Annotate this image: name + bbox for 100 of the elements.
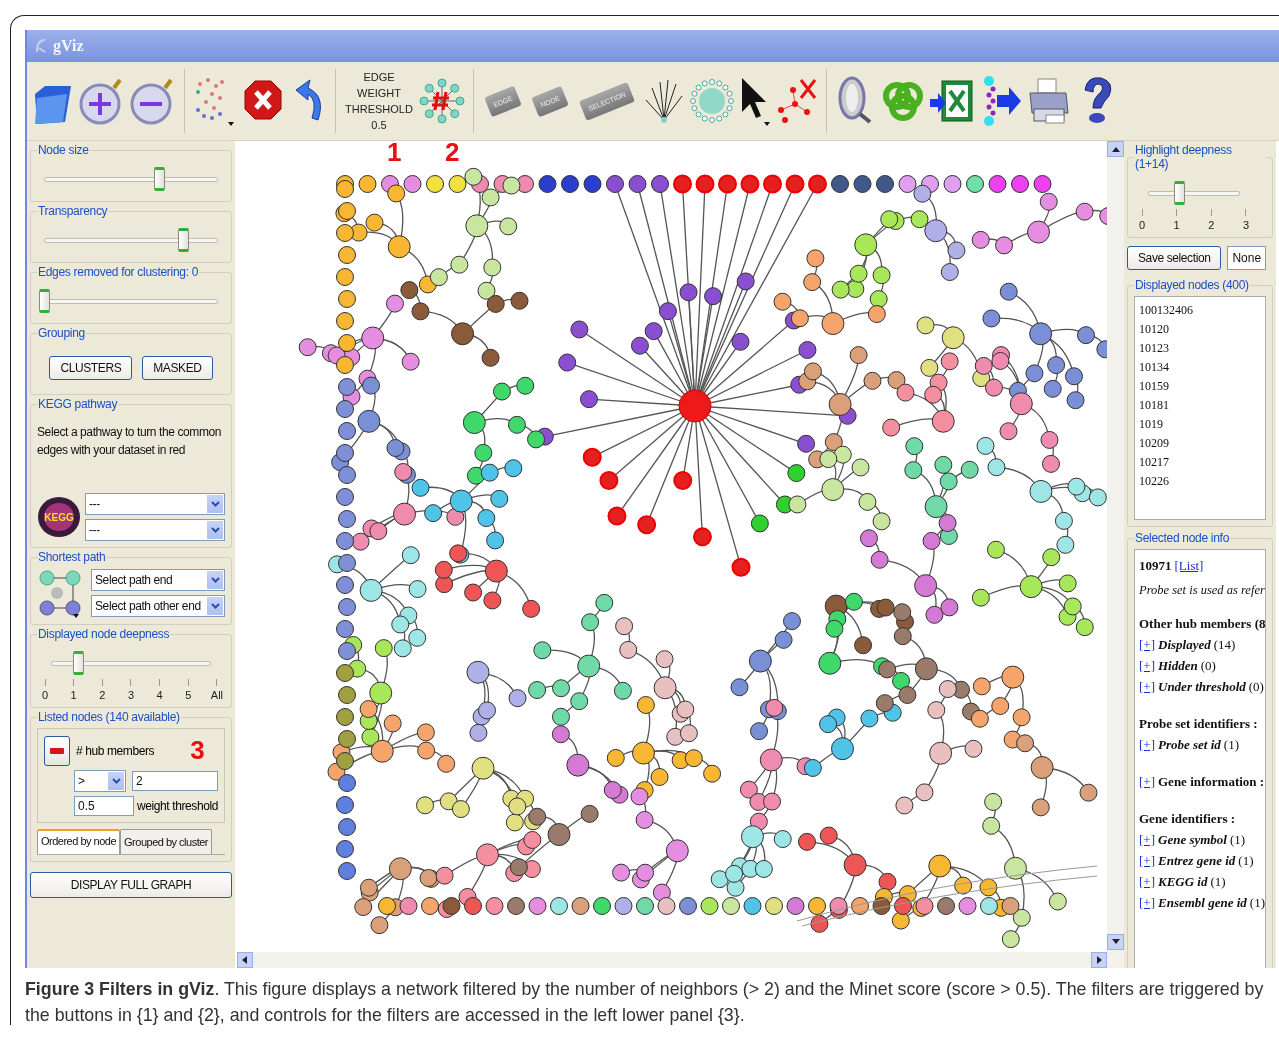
group-title: Shortest path: [37, 550, 107, 564]
field-name: KEGG id: [1158, 874, 1208, 890]
tab[interactable]: Grouped by cluster: [120, 829, 212, 854]
tab[interactable]: Ordered by node: [37, 829, 121, 854]
threshold-field[interactable]: 0.5: [74, 796, 134, 816]
chevron-down-icon: [210, 501, 220, 507]
field-name: Hidden: [1158, 658, 1198, 674]
tick-label: 3: [1242, 219, 1250, 231]
list-link[interactable]: [List]: [1174, 558, 1204, 574]
display-full-graph-button[interactable]: DISPLAY FULL GRAPH: [30, 872, 232, 898]
node-id: 10971: [1139, 558, 1172, 574]
group-title: Displayed nodes (400): [1134, 278, 1250, 292]
list-item[interactable]: 1019: [1139, 417, 1261, 432]
group-title: Displayed node deepness: [37, 627, 171, 641]
tick-label: 5: [185, 689, 192, 701]
chevron-down-icon: [111, 778, 121, 784]
vertical-scrollbar[interactable]: [1107, 141, 1124, 968]
tick-label: 4: [156, 689, 163, 701]
minus-icon: [50, 747, 64, 754]
expand-link[interactable]: [+]: [1139, 658, 1155, 674]
field-count: (1): [1223, 737, 1239, 753]
field-count: (1): [1238, 853, 1254, 869]
callout-number: 3: [190, 735, 205, 766]
field-count: (0): [1248, 679, 1264, 695]
list-item[interactable]: 10123: [1139, 341, 1261, 356]
slider-thumb[interactable]: [39, 289, 50, 313]
filter-label: # hub members: [76, 743, 155, 758]
slider-thumb[interactable]: [153, 167, 165, 191]
tick-label: 1: [1173, 219, 1180, 231]
list-item[interactable]: 10134: [1139, 360, 1261, 375]
group-title: Edges removed for clustering: 0: [37, 265, 200, 279]
group-title: Grouping: [37, 326, 86, 340]
dropdown[interactable]: >: [74, 770, 126, 792]
list-item[interactable]: 10226: [1139, 474, 1261, 489]
tick-label: 2: [1208, 219, 1215, 231]
scroll-up-icon[interactable]: [1111, 146, 1120, 152]
list-item[interactable]: 100132406: [1139, 303, 1261, 318]
group-title: Listed nodes (140 available): [37, 710, 181, 724]
list-item[interactable]: 10217: [1139, 455, 1261, 470]
expand-link[interactable]: [+]: [1139, 874, 1155, 890]
tick-label: 2: [99, 689, 106, 701]
expand-link[interactable]: [+]: [1139, 853, 1155, 869]
field-name: Entrez gene id: [1158, 853, 1236, 869]
slider-thumb[interactable]: [1173, 181, 1185, 205]
list-item[interactable]: 10120: [1139, 322, 1261, 337]
dropdown[interactable]: ---: [85, 519, 225, 541]
expand-link[interactable]: [+]: [1139, 637, 1155, 653]
grouping-button[interactable]: CLUSTERS: [49, 356, 133, 380]
dropdown[interactable]: Select path end: [91, 569, 225, 591]
field-name: Displayed: [1158, 637, 1211, 653]
expand-link[interactable]: [+]: [1139, 737, 1155, 753]
pathway-description: Select a pathway to turn the common edges with your dataset in red: [37, 424, 223, 459]
chevron-down-icon: [210, 603, 220, 609]
field-name: Gene information :: [1158, 774, 1265, 790]
chevron-down-icon: [210, 577, 220, 583]
field-name: Under threshold: [1158, 679, 1246, 695]
list-item[interactable]: 10159: [1139, 379, 1261, 394]
expand-link[interactable]: [+]: [1139, 679, 1155, 695]
callout-number: 2: [445, 137, 460, 168]
path-nodes-icon: [37, 568, 83, 618]
selection-dropdown[interactable]: None: [1227, 246, 1267, 270]
slider-thumb[interactable]: [72, 651, 84, 675]
tick-label: All: [210, 689, 224, 701]
field-name: Gene symbol: [1158, 832, 1227, 848]
tick-label: 3: [127, 689, 135, 701]
expand-link[interactable]: [+]: [1139, 895, 1155, 911]
tick-label: 0: [1138, 219, 1146, 231]
edge-weight-threshold-button[interactable]: EDGE WEIGHT THRESHOLD 0.5: [343, 69, 415, 133]
callout-number: 1: [387, 137, 402, 168]
expand-link[interactable]: [+]: [1139, 774, 1155, 790]
tick-label: 0: [41, 689, 49, 701]
figure-caption: Figure 3 Filters in gViz. This figure displays a network filtered by the number of neighbors (> 2) and the Minet score (score > 0.5). The filters are triggered by the buttons in {1} and {2}, and controls for the filters are accessed in the left lower panel {3}.: [25, 978, 1265, 1027]
kegg-logo-icon: KEGG: [37, 496, 81, 538]
field-count: (1): [1229, 832, 1246, 848]
group-title: Node size: [37, 143, 90, 157]
horizontal-scrollbar[interactable]: [237, 952, 1107, 968]
grouping-button[interactable]: MASKED: [142, 356, 213, 380]
list-item[interactable]: 10181: [1139, 398, 1261, 413]
app-logo-icon: [35, 38, 47, 54]
save-selection-button[interactable]: Save selection: [1127, 246, 1222, 270]
scroll-right-icon[interactable]: [1096, 956, 1102, 964]
slider-thumb[interactable]: [178, 228, 190, 252]
expand-link[interactable]: [+]: [1139, 832, 1155, 848]
section-heading: Probe set identifiers :: [1139, 716, 1259, 732]
dropdown[interactable]: ---: [85, 493, 225, 515]
group-title: Transparency: [37, 204, 109, 218]
remove-filter-button[interactable]: [44, 735, 70, 766]
dropdown[interactable]: Select path other end: [91, 595, 225, 617]
field-count: (0): [1200, 658, 1216, 674]
tick-label: 1: [70, 689, 77, 701]
scroll-left-icon[interactable]: [242, 956, 248, 964]
chevron-down-icon: [210, 527, 220, 533]
field-count: (1): [1249, 895, 1265, 911]
field-count: (1): [1210, 874, 1226, 890]
group-title: KEGG pathway: [37, 397, 119, 411]
group-title: Highlight deepness (1+14): [1134, 143, 1233, 171]
field-count: (14): [1213, 637, 1236, 653]
value-field[interactable]: 2: [132, 771, 218, 791]
scroll-down-icon[interactable]: [1111, 939, 1120, 945]
list-item[interactable]: 10209: [1139, 436, 1261, 451]
